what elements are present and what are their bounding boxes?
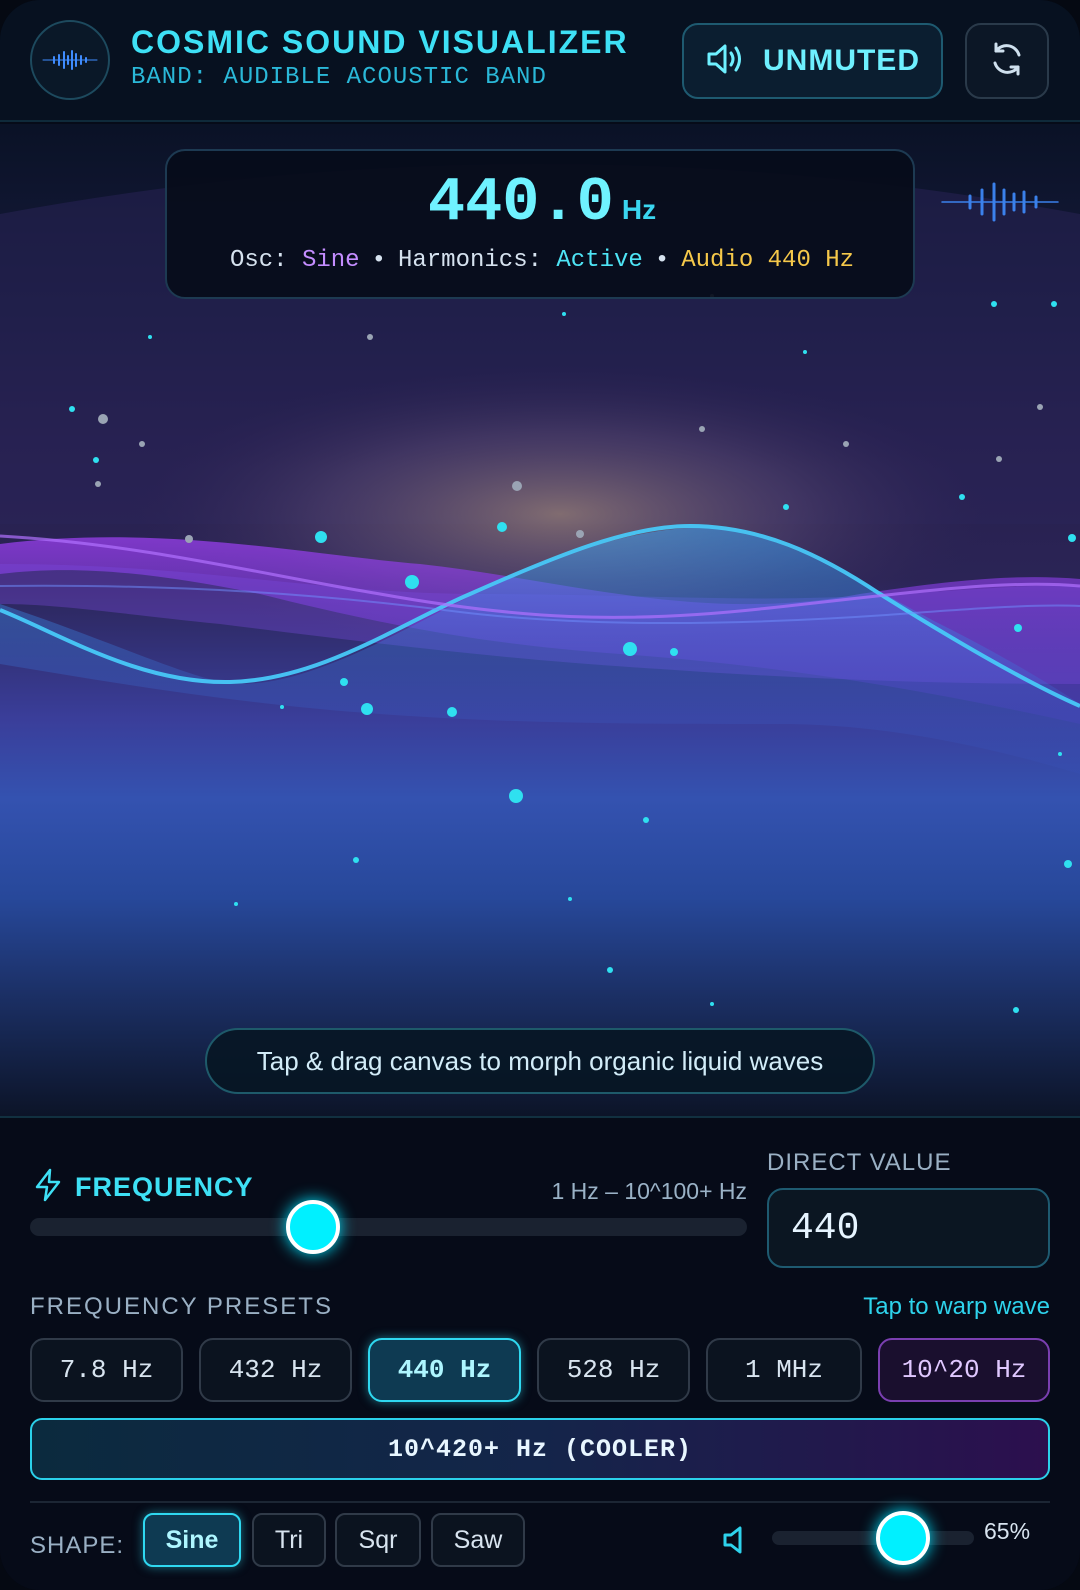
preset-button[interactable]: 528 Hz bbox=[537, 1338, 690, 1402]
harmonics-label: Harmonics: bbox=[397, 247, 542, 274]
canvas-hint: Tap & drag canvas to morph organic liqui… bbox=[205, 1028, 875, 1094]
reset-button[interactable] bbox=[965, 23, 1049, 99]
shape-button-tri[interactable]: Tri bbox=[252, 1513, 326, 1567]
preset-button[interactable]: 10^20 Hz bbox=[878, 1338, 1050, 1402]
cooler-preset-button[interactable]: 10^420+ Hz (COOLER) bbox=[30, 1418, 1050, 1480]
frequency-unit: Hz bbox=[621, 194, 657, 225]
volume-value: 65% bbox=[984, 1518, 1031, 1544]
speaker-icon bbox=[705, 42, 745, 81]
frequency-slider[interactable] bbox=[30, 1200, 747, 1254]
frequency-label: FREQUENCY bbox=[33, 1168, 254, 1207]
frequency-slider-thumb[interactable] bbox=[286, 1200, 341, 1254]
frequency-value: 440.0 bbox=[427, 167, 614, 238]
waveform-icon bbox=[30, 20, 110, 100]
presets-label: FREQUENCY PRESETS bbox=[30, 1293, 333, 1320]
volume-slider-thumb[interactable] bbox=[876, 1511, 931, 1565]
wave-canvas[interactable]: 440.0 Hz Osc: Sine • Harmonics: Active • Audi… bbox=[0, 124, 1080, 1116]
frequency-range: 1 Hz – 10^100+ Hz bbox=[551, 1178, 747, 1204]
preset-button[interactable]: 1 MHz bbox=[706, 1338, 862, 1402]
separator: • bbox=[654, 247, 670, 274]
presets-hint: Tap to warp wave bbox=[863, 1293, 1050, 1320]
preset-button[interactable]: 7.8 Hz bbox=[30, 1338, 183, 1402]
mute-toggle-button[interactable]: UNMUTED bbox=[682, 23, 943, 99]
shape-button-sqr[interactable]: Sqr bbox=[335, 1513, 421, 1567]
speaker-small-icon bbox=[718, 1520, 752, 1560]
shape-button-saw[interactable]: Saw bbox=[431, 1513, 525, 1567]
osc-label: Osc: bbox=[229, 247, 288, 274]
app-frame: COSMIC SOUND VISUALIZER BAND: AUDIBLE AC… bbox=[0, 0, 1080, 1590]
lightning-icon bbox=[33, 1168, 63, 1207]
osc-value: Sine bbox=[301, 247, 360, 274]
direct-value-input[interactable] bbox=[767, 1188, 1050, 1268]
refresh-icon bbox=[988, 40, 1026, 83]
control-panel: FREQUENCY 1 Hz – 10^100+ Hz DIRECT VALUE… bbox=[0, 1116, 1080, 1590]
volume-slider[interactable] bbox=[772, 1511, 974, 1565]
preset-button[interactable]: 440 Hz bbox=[368, 1338, 521, 1402]
shape-label: SHAPE: bbox=[30, 1532, 125, 1559]
direct-value-label: DIRECT VALUE bbox=[767, 1149, 952, 1176]
audio-status: Audio 440 Hz bbox=[681, 247, 855, 274]
preset-button[interactable]: 432 Hz bbox=[199, 1338, 352, 1402]
header: COSMIC SOUND VISUALIZER BAND: AUDIBLE AC… bbox=[0, 0, 1080, 122]
frequency-readout: 440.0 Hz Osc: Sine • Harmonics: Active • Audi… bbox=[165, 149, 915, 299]
oscillator-status: Osc: Sine • Harmonics: Active • Audio 440 Hz bbox=[167, 247, 917, 274]
app-title: COSMIC SOUND VISUALIZER bbox=[131, 24, 629, 60]
band-indicator: BAND: AUDIBLE ACOUSTIC BAND bbox=[131, 64, 547, 91]
shape-button-sine[interactable]: Sine bbox=[143, 1513, 241, 1567]
separator: • bbox=[371, 247, 386, 274]
mute-label: UNMUTED bbox=[763, 44, 920, 77]
divider bbox=[30, 1501, 1050, 1503]
harmonics-value: Active bbox=[556, 247, 643, 274]
